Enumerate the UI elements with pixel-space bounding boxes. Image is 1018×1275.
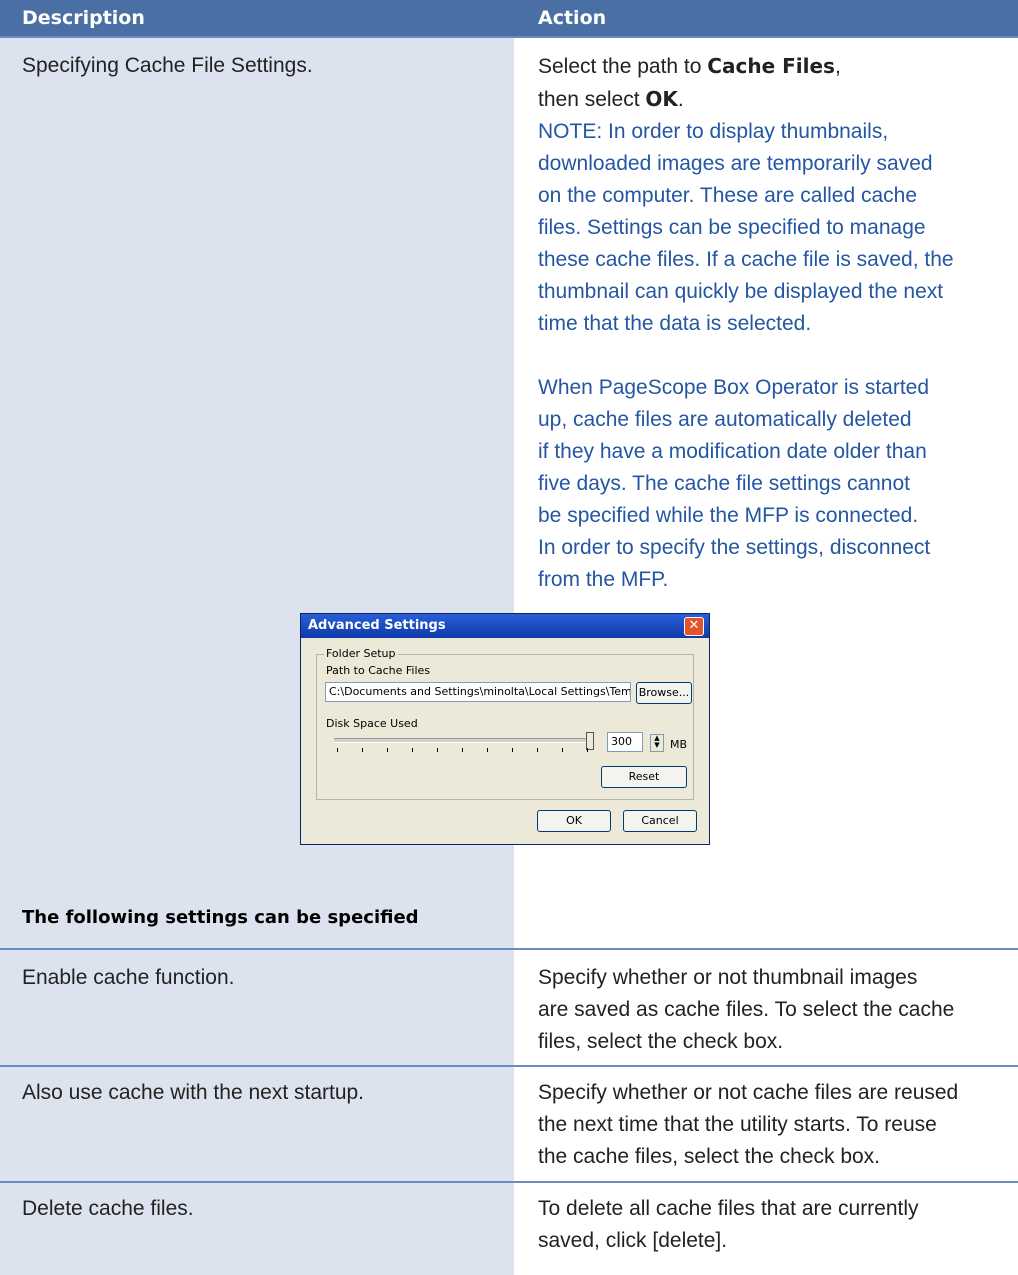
setting-action-line: Specify whether or not thumbnail images <box>538 966 918 989</box>
slider-tick <box>487 748 488 752</box>
slider-tick <box>337 748 338 752</box>
note2-line: In order to specify the settings, discon… <box>538 536 931 559</box>
action-line-1-suffix: , <box>834 55 841 78</box>
setting-action-line: Specify whether or not cache files are r… <box>538 1081 959 1104</box>
note2-line: from the MFP. <box>538 568 669 591</box>
browse-button[interactable]: Browse... <box>636 682 692 704</box>
close-icon[interactable]: ✕ <box>684 617 704 636</box>
advanced-settings-dialog: Advanced Settings ✕ Folder Setup Path to… <box>300 613 710 845</box>
path-label: Path to Cache Files <box>326 664 431 677</box>
settings-subheader: The following settings can be specified <box>22 907 419 928</box>
setting-description: Also use cache with the next startup. <box>22 1081 365 1104</box>
disk-space-spinner[interactable]: ▲ ▼ <box>650 734 664 752</box>
setting-action-line: the next time that the utility starts. T… <box>538 1113 937 1136</box>
note-block-1: NOTE: In order to display thumbnails, do… <box>538 116 1008 340</box>
slider-tick <box>412 748 413 752</box>
cancel-button[interactable]: Cancel <box>623 810 697 832</box>
action-line-2-suffix: . <box>677 88 684 111</box>
note1-line: time that the data is selected. <box>538 312 812 335</box>
note1-line: NOTE: In order to display thumbnails, <box>538 120 889 143</box>
disk-space-label: Disk Space Used <box>326 717 418 730</box>
main-row-description: Specifying Cache File Settings. <box>22 54 313 77</box>
cache-files-term: Cache Files <box>707 54 835 78</box>
setting-description: Delete cache files. <box>22 1197 194 1220</box>
setting-action-line: the cache files, select the check box. <box>538 1145 881 1168</box>
action-line-2: then select OK. <box>538 83 1008 116</box>
ok-term: OK <box>645 87 678 111</box>
slider-tick <box>362 748 363 752</box>
note1-line: thumbnail can quickly be displayed the n… <box>538 280 944 303</box>
setting-action: To delete all cache files that are curre… <box>538 1193 1008 1257</box>
slider-tick <box>562 748 563 752</box>
note2-line: be specified while the MFP is connected. <box>538 504 919 527</box>
slider-tick <box>462 748 463 752</box>
note2-line: When PageScope Box Operator is started <box>538 376 930 399</box>
slider-tick <box>587 748 588 752</box>
folder-setup-label: Folder Setup <box>324 647 398 660</box>
note1-line: downloaded images are temporarily saved <box>538 152 933 175</box>
action-line-1-text: Select the path to <box>538 55 708 78</box>
setting-action-line: saved, click [delete]. <box>538 1229 728 1252</box>
dialog-title: Advanced Settings <box>308 618 446 633</box>
slider-tick <box>512 748 513 752</box>
main-row-action: Select the path to Cache Files, then sel… <box>538 50 1008 596</box>
note1-line: on the computer. These are called cache <box>538 184 918 207</box>
ok-button[interactable]: OK <box>537 810 611 832</box>
note1-line: files. Settings can be specified to mana… <box>538 216 926 239</box>
path-input[interactable]: C:\Documents and Settings\minolta\Local … <box>325 682 631 702</box>
setting-action-line: are saved as cache files. To select the … <box>538 998 955 1021</box>
slider-tick <box>437 748 438 752</box>
spinner-down-icon[interactable]: ▼ <box>651 742 663 749</box>
note-block-2: When PageScope Box Operator is started u… <box>538 372 1008 596</box>
slider-tick <box>387 748 388 752</box>
reset-button[interactable]: Reset <box>601 766 687 788</box>
left-column-bg-settings <box>0 950 514 1275</box>
disk-space-input[interactable]: 300 <box>607 732 643 752</box>
header-action: Action <box>538 7 607 29</box>
setting-description: Enable cache function. <box>22 966 235 989</box>
header-description: Description <box>22 7 145 29</box>
disk-space-unit: MB <box>670 738 688 751</box>
note2-line: if they have a modification date older t… <box>538 440 927 463</box>
note2-line: five days. The cache file settings canno… <box>538 472 910 495</box>
slider-tick <box>537 748 538 752</box>
action-line-1: Select the path to Cache Files, <box>538 50 1008 83</box>
setting-action: Specify whether or not cache files are r… <box>538 1077 1016 1173</box>
note1-line: these cache files. If a cache file is sa… <box>538 248 954 271</box>
row-divider <box>0 1065 1018 1067</box>
setting-action: Specify whether or not thumbnail images … <box>538 962 1008 1058</box>
action-line-2-text: then select <box>538 88 646 111</box>
setting-action-line: To delete all cache files that are curre… <box>538 1197 919 1220</box>
disk-space-slider-track[interactable] <box>334 738 590 743</box>
dialog-titlebar: Advanced Settings ✕ <box>301 614 709 638</box>
table-header: Description Action <box>0 0 1018 36</box>
note2-line: up, cache files are automatically delete… <box>538 408 912 431</box>
setting-action-line: files, select the check box. <box>538 1030 784 1053</box>
row-divider <box>0 1181 1018 1183</box>
